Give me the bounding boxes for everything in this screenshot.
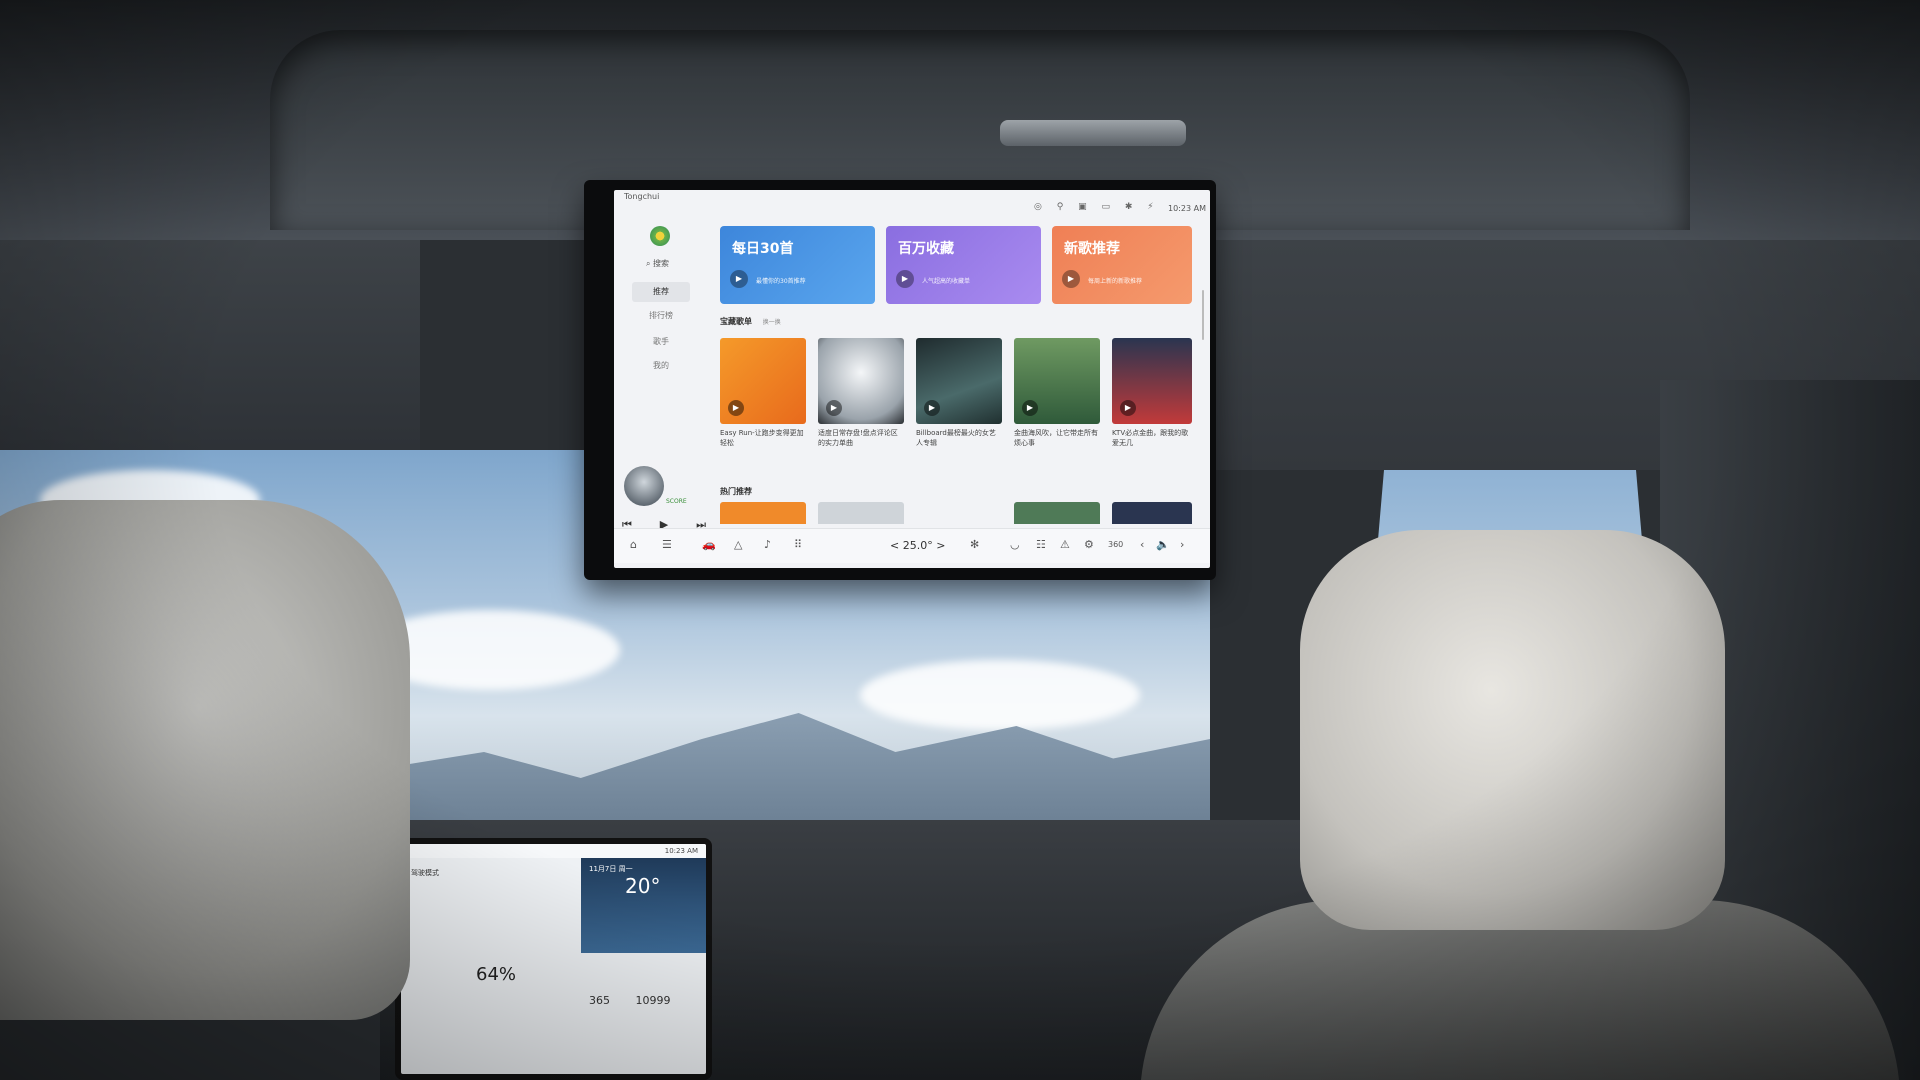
right-seat-headrest	[1300, 530, 1725, 930]
volume-up-icon[interactable]: ›	[1180, 538, 1184, 551]
volume-icon[interactable]: 🔈	[1156, 538, 1170, 551]
front-console-screen: 10:23 AM 驾驶模式 11月7日 周一 20° 64% 365 10999	[395, 838, 712, 1080]
seat-icon[interactable]: ◡	[1010, 538, 1020, 551]
front-date: 11月7日 周一	[589, 865, 633, 873]
home-icon[interactable]: ⌂	[630, 538, 637, 551]
playlist-caption: 适度日常存盘!盘点评论区的实力单曲	[818, 429, 898, 447]
featured-card-title: 新歌推荐	[1064, 241, 1120, 257]
left-pillar	[0, 240, 420, 460]
front-stat-2: 10999	[635, 994, 671, 1007]
section-hot-title: 热门推荐	[720, 487, 752, 496]
featured-card-million[interactable]: 百万收藏 ▶ 人气超高的收藏单	[886, 226, 1041, 304]
playlist-card[interactable]: ▶ Easy Run-让跑步变得更加轻松	[720, 338, 806, 448]
hot-item[interactable]	[1112, 502, 1192, 524]
scrollbar[interactable]	[1202, 290, 1204, 340]
front-weather-widget[interactable]: 11月7日 周一 20°	[581, 858, 706, 953]
featured-card-title: 每日30首	[732, 241, 794, 257]
status-bar: Tongchui ◎ ⚲ ▣ ▭ ✱ ⚡ 10:23 AM	[614, 190, 1210, 216]
climate-temperature[interactable]: < 25.0° >	[890, 539, 945, 552]
nav-item-mine[interactable]: 我的	[632, 356, 690, 376]
score-badge: SCORE	[666, 498, 687, 505]
playlist-caption: Billboard最榜最火的女艺人专辑	[916, 429, 996, 447]
app-name: Tongchui	[624, 192, 660, 201]
bottom-dock: ⌂ ☰ 🚗 △ ♪ ⠿ < 25.0° > ✻ ◡ ☷ ⚠ ⚙ 360 ‹ 🔈 …	[614, 528, 1210, 563]
clock: 10:23 AM	[1168, 204, 1206, 213]
featured-card-title: 百万收藏	[898, 241, 954, 257]
featured-card-new[interactable]: 新歌推荐 ▶ 每周上新的新歌推荐	[1052, 226, 1192, 304]
defrost-icon[interactable]: ☷	[1036, 538, 1046, 551]
now-playing-cover[interactable]	[624, 466, 664, 506]
featured-card-subtitle: 每周上新的新歌推荐	[1088, 278, 1143, 285]
app-logo-icon	[650, 226, 670, 246]
navigation-icon[interactable]: △	[734, 538, 742, 551]
playlist-caption: KTV必点金曲，跟我的歌爱无几	[1112, 429, 1189, 447]
volume-down-icon[interactable]: ‹	[1140, 538, 1144, 551]
featured-card-subtitle: 最懂你的30首推荐	[756, 278, 806, 285]
front-stat-1: 365	[589, 994, 610, 1007]
hot-item[interactable]	[1014, 502, 1100, 524]
nav-search-label: 搜索	[653, 259, 670, 268]
ceiling-display: Tongchui ◎ ⚲ ▣ ▭ ✱ ⚡ 10:23 AM ⌕ 搜索 推荐 排行…	[614, 190, 1210, 568]
nav-item-charts[interactable]: 排行榜	[632, 306, 690, 326]
car-icon[interactable]: 🚗	[702, 538, 716, 551]
playlist-card[interactable]: ▶ 金曲海风吹，让它带走所有烦心事	[1014, 338, 1100, 448]
featured-card-subtitle: 人气超高的收藏单	[922, 278, 971, 285]
playlist-cover: ▶	[1014, 338, 1100, 424]
play-icon[interactable]: ▶	[730, 270, 748, 288]
playlist-card[interactable]: ▶ KTV必点金曲，跟我的歌爱无几	[1112, 338, 1192, 448]
play-icon[interactable]: ▶	[924, 400, 940, 416]
playlist-caption: 金曲海风吹，让它带走所有烦心事	[1014, 429, 1098, 447]
front-temperature: 20°	[625, 874, 661, 898]
menu-icon[interactable]: ☰	[662, 538, 672, 551]
play-icon[interactable]: ▶	[728, 400, 744, 416]
hot-item[interactable]	[818, 502, 904, 524]
playlist-cover: ▶	[720, 338, 806, 424]
refresh-link[interactable]: 换一换	[763, 319, 781, 326]
play-icon[interactable]: ▶	[1022, 400, 1038, 416]
fan-icon[interactable]: ✻	[970, 538, 979, 551]
hot-item[interactable]	[720, 502, 806, 524]
playlist-cover: ▶	[1112, 338, 1192, 424]
left-seat-headrest	[0, 500, 410, 1020]
section-playlists-title: 宝藏歌单	[720, 317, 752, 326]
playlist-card[interactable]: ▶ 适度日常存盘!盘点评论区的实力单曲	[818, 338, 904, 448]
playlist-cover: ▶	[916, 338, 1002, 424]
play-icon[interactable]: ▶	[1120, 400, 1136, 416]
play-icon[interactable]: ▶	[1062, 270, 1080, 288]
front-vehicle-info: 驾驶模式	[411, 869, 439, 877]
status-icons: ◎ ⚲ ▣ ▭ ✱ ⚡	[1034, 202, 1160, 212]
nav-item-artists[interactable]: 歌手	[632, 332, 690, 352]
music-icon[interactable]: ♪	[764, 538, 771, 551]
nav-item-recommend[interactable]: 推荐	[632, 282, 690, 302]
playlist-caption: Easy Run-让跑步变得更加轻松	[720, 429, 804, 447]
front-stats: 365 10999	[589, 994, 693, 1007]
section-playlists: 宝藏歌单 换一换	[720, 316, 781, 327]
nav-search[interactable]: ⌕ 搜索	[646, 258, 669, 269]
playlist-card[interactable]: ▶ Billboard最榜最火的女艺人专辑	[916, 338, 1002, 448]
hazard-icon[interactable]: ⚠	[1060, 538, 1070, 551]
car-interior-scene: 10:23 AM 驾驶模式 11月7日 周一 20° 64% 365 10999…	[0, 0, 1920, 1080]
front-clock: 10:23 AM	[401, 844, 706, 858]
settings-icon[interactable]: ⚙	[1084, 538, 1094, 551]
front-battery-percent: 64%	[476, 964, 517, 985]
section-hot: 热门推荐	[720, 486, 752, 497]
playlist-cover: ▶	[818, 338, 904, 424]
sidebar: ⌕ 搜索 推荐 排行榜 歌手 我的 SCORE ⏮ ▶ ⏭	[614, 216, 706, 531]
overhead-light-panel	[1000, 120, 1186, 146]
featured-card-daily[interactable]: 每日30首 ▶ 最懂你的30首推荐	[720, 226, 875, 304]
play-icon[interactable]: ▶	[826, 400, 842, 416]
camera-360-icon[interactable]: 360	[1108, 540, 1123, 549]
play-icon[interactable]: ▶	[896, 270, 914, 288]
apps-icon[interactable]: ⠿	[794, 538, 802, 551]
